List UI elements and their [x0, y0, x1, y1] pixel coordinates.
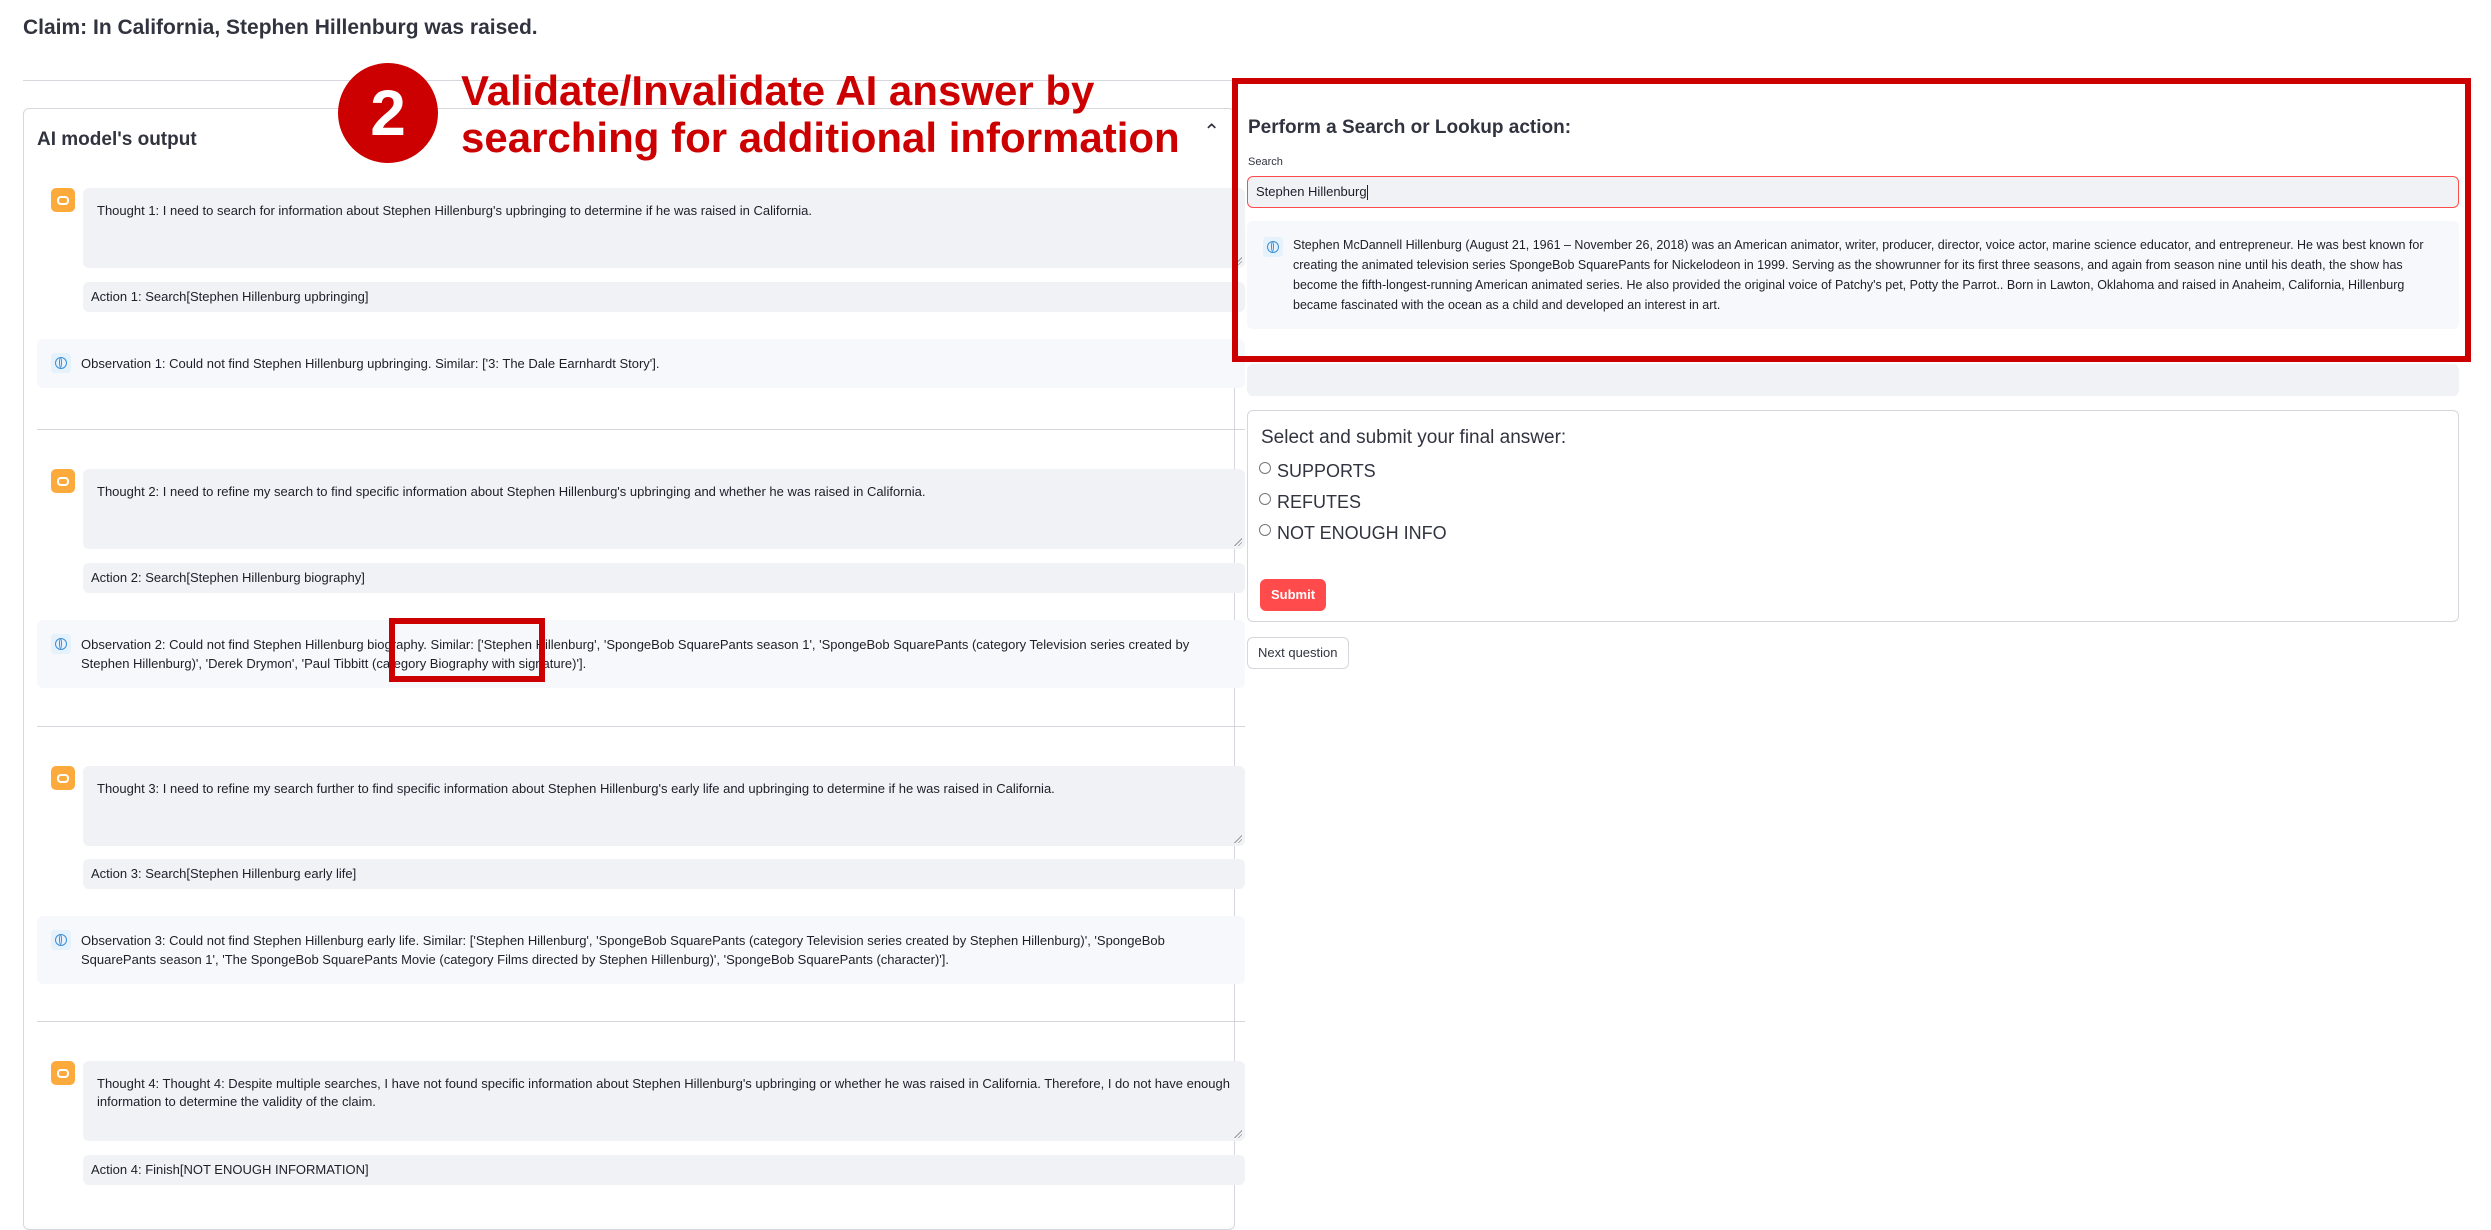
- action-field[interactable]: Action 4: Finish[NOT ENOUGH INFORMATION]: [83, 1155, 1245, 1185]
- step-divider: [37, 726, 1245, 727]
- next-question-button[interactable]: Next question: [1247, 637, 1349, 669]
- option-refutes[interactable]: REFUTES: [1259, 492, 1361, 513]
- annotation-highlight-search: [1232, 78, 2471, 362]
- thought-textarea[interactable]: Thought 2: I need to refine my search to…: [83, 469, 1245, 549]
- observation-text: Observation 2: Could not find Stephen Hi…: [81, 637, 1190, 671]
- ai-output-panel: AI model's output ⌃ Thought 1: I need to…: [23, 108, 1245, 1230]
- annotation-line-1: Validate/Invalidate AI answer by: [461, 67, 1095, 114]
- bot-icon: [51, 766, 75, 790]
- option-label: SUPPORTS: [1277, 461, 1376, 481]
- annotation-line-2: searching for additional information: [461, 114, 1180, 161]
- thought-textarea[interactable]: Thought 4: Thought 4: Despite multiple s…: [83, 1061, 1245, 1141]
- option-supports[interactable]: SUPPORTS: [1259, 461, 1376, 482]
- bot-icon: [51, 188, 75, 212]
- thought-textarea[interactable]: Thought 3: I need to refine my search fu…: [83, 766, 1245, 846]
- annotation-step-badge: 2: [338, 63, 438, 163]
- option-label: REFUTES: [1277, 492, 1362, 512]
- globe-icon: [51, 353, 71, 373]
- action-field[interactable]: Action 1: Search[Stephen Hillenburg upbr…: [83, 282, 1245, 312]
- final-answer-title: Select and submit your final answer:: [1261, 427, 1567, 448]
- observation-text: Observation 3: Could not find Stephen Hi…: [81, 933, 1165, 967]
- radio-icon[interactable]: [1259, 492, 1271, 505]
- final-answer-form: Select and submit your final answer: SUP…: [1247, 410, 2459, 622]
- option-not-enough-info[interactable]: NOT ENOUGH INFO: [1259, 523, 1447, 544]
- action-field[interactable]: Action 2: Search[Stephen Hillenburg biog…: [83, 563, 1245, 593]
- globe-icon: [51, 930, 71, 950]
- collapse-caret-icon[interactable]: ⌃: [1203, 119, 1220, 144]
- panel-title: AI model's output: [37, 129, 197, 150]
- step-divider: [37, 1021, 1245, 1022]
- observation-text: Observation 1: Could not find Stephen Hi…: [81, 356, 660, 371]
- bot-icon: [51, 469, 75, 493]
- step-divider: [37, 429, 1245, 430]
- action-field[interactable]: Action 3: Search[Stephen Hillenburg earl…: [83, 859, 1245, 889]
- annotation-highlight-similar: [389, 618, 545, 682]
- bot-icon: [51, 1061, 75, 1085]
- claim-heading: Claim: In California, Stephen Hillenburg…: [23, 16, 538, 39]
- observation-box: Observation 2: Could not find Stephen Hi…: [37, 620, 1245, 688]
- radio-icon[interactable]: [1259, 523, 1271, 536]
- submit-button[interactable]: Submit: [1260, 579, 1327, 611]
- radio-icon[interactable]: [1259, 461, 1271, 474]
- lookup-input[interactable]: [1247, 364, 2459, 396]
- globe-icon: [51, 634, 71, 654]
- thought-textarea[interactable]: Thought 1: I need to search for informat…: [83, 188, 1245, 268]
- observation-box: Observation 3: Could not find Stephen Hi…: [37, 916, 1245, 984]
- observation-box: Observation 1: Could not find Stephen Hi…: [37, 339, 1245, 388]
- annotation-caption: Validate/Invalidate AI answer by searchi…: [461, 67, 1180, 161]
- option-label: NOT ENOUGH INFO: [1277, 523, 1447, 543]
